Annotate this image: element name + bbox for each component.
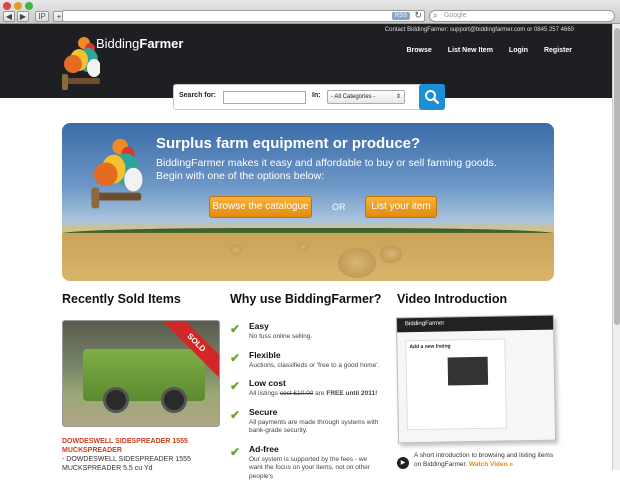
check-icon: ✔ xyxy=(230,322,241,336)
check-icon: ✔ xyxy=(230,444,241,459)
or-separator: OR xyxy=(332,202,346,212)
search-placeholder: Google xyxy=(444,12,467,19)
video-thumbnail[interactable]: BiddingFarmer Add a new listing xyxy=(395,314,557,444)
why-item-flexible: ✔ Flexible Auctions, classifieds or 'fre… xyxy=(230,350,380,371)
hero-line: BiddingFarmer makes it easy and affordab… xyxy=(156,157,497,169)
hay-bale xyxy=(298,243,308,251)
why-item-title: Easy xyxy=(249,321,269,331)
hero-description: BiddingFarmer makes it easy and affordab… xyxy=(156,157,497,183)
rooster-icon xyxy=(91,138,143,209)
clapperboard-icon xyxy=(447,356,489,386)
recently-sold-heading: Recently Sold Items xyxy=(62,292,181,306)
rooster-icon xyxy=(62,37,101,90)
magnifier-icon xyxy=(425,90,440,105)
sold-item-description: - DOWDESWELL SIDESPREADER 1555 MUCKSPREA… xyxy=(62,456,191,472)
search-input[interactable] xyxy=(223,91,306,104)
search-form: Search for: In: - All Categories - ⇕ xyxy=(173,84,445,110)
zoom-window-button[interactable] xyxy=(25,2,33,10)
browse-catalogue-button[interactable]: Browse the catalogue xyxy=(209,196,312,218)
video-site-bar: BiddingFarmer xyxy=(396,315,554,333)
main-nav: Browse List New Item Login Register xyxy=(407,47,573,54)
scrollbar-thumb[interactable] xyxy=(614,28,620,325)
video-description: A short introduction to browsing and lis… xyxy=(414,451,556,469)
minimize-window-button[interactable] xyxy=(14,2,22,10)
watch-video-link[interactable]: Watch Video » xyxy=(469,461,513,468)
why-item-desc: All listings cost £10.00 are FREE until … xyxy=(249,390,378,397)
hay-bale xyxy=(230,245,242,255)
nav-register[interactable]: Register xyxy=(544,47,572,54)
why-item-desc: Auctions, classifieds or 'free to a good… xyxy=(249,361,380,369)
why-item-title: Secure xyxy=(249,406,278,417)
page-scrollbar[interactable] xyxy=(612,24,620,470)
rss-icon[interactable]: RSS xyxy=(392,12,410,20)
category-value: - All Categories - xyxy=(331,94,376,100)
muckspreader-image xyxy=(83,349,205,401)
why-item-title: Ad-free xyxy=(249,443,279,454)
why-item-title: Low cost xyxy=(249,378,286,388)
video-site-title: BiddingFarmer xyxy=(404,320,445,328)
search-button[interactable] xyxy=(419,84,445,110)
check-icon: ✔ xyxy=(230,407,241,422)
why-item-title: Flexible xyxy=(249,349,281,360)
bookmarks-button[interactable]: IP xyxy=(35,11,49,22)
wheel xyxy=(161,387,187,413)
hero-line: Begin with one of the options below: xyxy=(156,170,325,182)
hero-banner: Surplus farm equipment or produce? Biddi… xyxy=(62,123,554,281)
sold-item-image[interactable]: SOLD xyxy=(62,320,220,427)
why-heading: Why use BiddingFarmer? xyxy=(230,292,382,306)
sold-item-title[interactable]: DOWDESWELL SIDESPREADER 1555 MUCKSPREADE… xyxy=(62,437,222,455)
nav-list-new-item[interactable]: List New Item xyxy=(448,47,493,54)
why-item-desc: Our system is supported by the fees - we… xyxy=(249,455,371,480)
hay-bale xyxy=(338,248,376,278)
field-image xyxy=(62,233,554,281)
video-heading: Video Introduction xyxy=(397,292,508,306)
why-item-easy: ✔ Easy No fuss online selling. xyxy=(230,321,380,342)
why-item-low-cost: ✔ Low cost All listings cost £10.00 are … xyxy=(230,378,380,399)
hay-bale xyxy=(380,245,402,263)
category-select[interactable]: - All Categories - ⇕ xyxy=(327,90,405,104)
search-icon: ⌕ xyxy=(433,11,438,20)
close-window-button[interactable] xyxy=(3,2,11,10)
forward-button[interactable]: ▶ xyxy=(17,11,29,22)
why-item-secure: ✔ Secure All payments are made through s… xyxy=(230,407,380,436)
video-form-heading: Add a new listing xyxy=(409,343,451,351)
select-arrows-icon: ⇕ xyxy=(395,94,401,100)
window-controls xyxy=(3,2,33,10)
check-icon: ✔ xyxy=(230,379,241,393)
category-label: In: xyxy=(312,92,321,99)
play-icon[interactable]: ▶ xyxy=(397,457,409,469)
why-list: ✔ Easy No fuss online selling. ✔ Flexibl… xyxy=(230,321,380,489)
address-bar[interactable]: RSS ↻ xyxy=(62,10,425,22)
list-item-button[interactable]: List your item xyxy=(365,196,437,218)
hero-heading: Surplus farm equipment or produce? xyxy=(156,135,421,152)
wheel xyxy=(103,387,129,413)
nav-browse[interactable]: Browse xyxy=(407,47,432,54)
contact-info: Contact BiddingFarmer: support@biddingfa… xyxy=(384,27,574,33)
why-item-desc: No fuss online selling. xyxy=(249,333,313,340)
search-label: Search for: xyxy=(179,92,216,99)
why-item-ad-free: ✔ Ad-free Our system is supported by the… xyxy=(230,444,380,482)
browser-search-input[interactable]: ⌕ Google xyxy=(429,10,615,22)
nav-login[interactable]: Login xyxy=(509,47,528,54)
check-icon: ✔ xyxy=(230,350,241,365)
reload-icon[interactable]: ↻ xyxy=(414,10,422,21)
browser-toolbar: ◀ ▶ IP + RSS ↻ ⌕ Google xyxy=(0,0,620,24)
logo-text: BiddingFarmer xyxy=(96,36,184,51)
why-item-desc: All payments are made through systems wi… xyxy=(249,418,379,435)
back-button[interactable]: ◀ xyxy=(3,11,15,22)
